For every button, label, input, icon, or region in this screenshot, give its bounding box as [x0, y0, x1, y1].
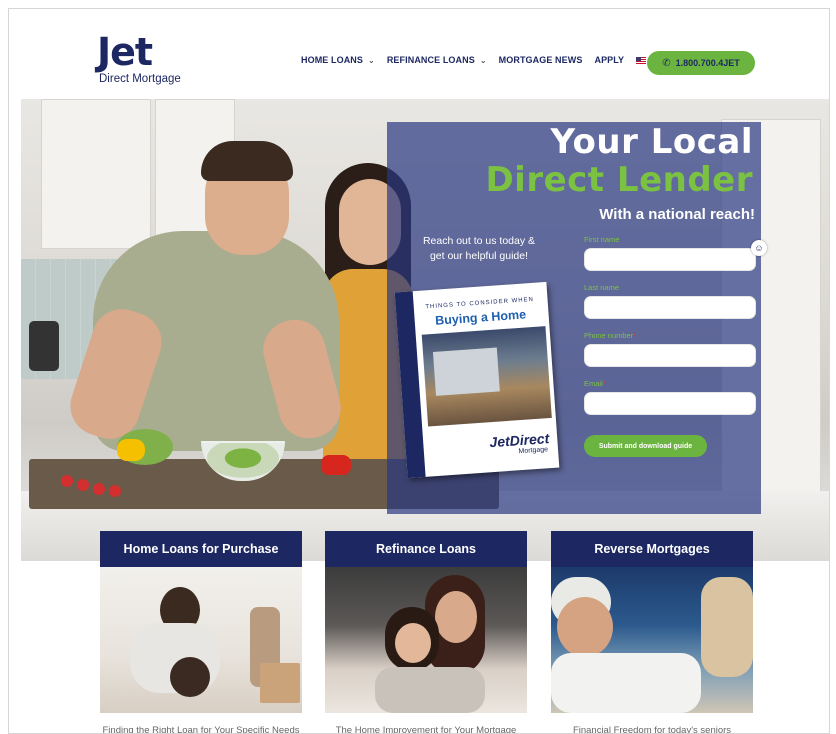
nav-apply-label: APPLY	[594, 55, 625, 65]
last-name-input[interactable]	[584, 296, 756, 319]
guide-form: First name Last name Phone number* Email…	[584, 235, 756, 427]
yellow-pepper	[117, 439, 145, 461]
house-image	[432, 347, 500, 396]
cabinet	[41, 99, 151, 249]
tomato	[109, 485, 121, 497]
card-image-mother-child[interactable]	[325, 567, 527, 713]
nav-home-loans[interactable]: HOME LOANS ⌄	[301, 55, 375, 65]
chevron-down-icon: ⌄	[368, 55, 375, 65]
jet-logo[interactable]: Jet Direct Mortgage	[97, 33, 207, 89]
partner	[701, 577, 753, 677]
nav-refinance-loans-label: REFINANCE LOANS	[386, 55, 475, 65]
submit-download-button[interactable]: Submit and download guide	[584, 435, 707, 457]
phone-label: Phone number*	[584, 331, 637, 340]
child-face	[395, 623, 431, 663]
card-image-family[interactable]	[100, 567, 302, 713]
phone-input[interactable]	[584, 344, 756, 367]
senior-face	[557, 597, 613, 657]
hero-subtitle: With a national reach!	[599, 206, 755, 223]
first-name-label: First name	[584, 235, 620, 244]
kettle	[29, 321, 59, 371]
card-title[interactable]: Home Loans for Purchase	[100, 531, 302, 567]
card-title[interactable]: Reverse Mortgages	[551, 531, 753, 567]
card-image-seniors[interactable]	[551, 567, 753, 713]
email-label: Email*	[584, 379, 606, 388]
card-description: Finding the Right Loan for Your Specific…	[102, 725, 300, 734]
nav-mortgage-news-label: MORTGAGE NEWS	[498, 55, 583, 65]
nav-home-loans-label: HOME LOANS	[301, 55, 364, 65]
clothes	[375, 667, 485, 713]
tomato	[77, 479, 89, 491]
card-title[interactable]: Refinance Loans	[325, 531, 527, 567]
card-refinance[interactable]: Refinance Loans The Home Improvement for…	[325, 531, 527, 734]
email-input[interactable]	[584, 392, 756, 415]
white-shirt	[551, 653, 701, 713]
us-flag-icon[interactable]	[636, 56, 647, 64]
guide-brand-sub: Mortgage	[518, 446, 549, 456]
nav-mortgage-news[interactable]: MORTGAGE NEWS	[499, 55, 583, 65]
red-pepper	[321, 455, 351, 475]
moving-box	[260, 663, 300, 703]
nav-apply[interactable]: APPLY	[594, 55, 624, 65]
tomato	[93, 483, 105, 495]
hero-title-line2: Direct Lender	[485, 160, 753, 200]
first-name-input[interactable]	[584, 248, 756, 271]
site-header: Jet Direct Mortgage HOME LOANS ⌄ REFINAN…	[9, 9, 829, 99]
card-description: Financial Freedom for today's seniors	[572, 725, 732, 734]
guide-photo	[421, 326, 552, 427]
card-reverse-mortgages[interactable]: Reverse Mortgages Financial Freedom for …	[551, 531, 753, 734]
child	[170, 657, 210, 697]
guide-book-cover: THINGS TO CONSIDER WHEN Buying a Home Je…	[394, 281, 560, 479]
page-frame: Jet Direct Mortgage HOME LOANS ⌄ REFINAN…	[8, 8, 830, 734]
logo-title: Jet	[97, 30, 153, 74]
logo-subtitle: Direct Mortgage	[99, 73, 181, 85]
man-hair	[201, 141, 293, 181]
phone-button[interactable]: ✆ 1.800.700.4JET	[647, 51, 755, 75]
hero-title-line1: Your Local	[550, 122, 753, 162]
card-home-loans[interactable]: Home Loans for Purchase Finding the Righ…	[100, 531, 302, 734]
chevron-down-icon: ⌄	[479, 55, 487, 65]
nav-refinance-loans[interactable]: REFINANCE LOANS ⌄	[387, 55, 487, 65]
chatbot-icon[interactable]: ☺	[751, 240, 767, 256]
reach-out-text: Reach out to us today & get our helpful …	[422, 235, 536, 262]
phone-number: 1.800.700.4JET	[675, 58, 740, 68]
main-nav: HOME LOANS ⌄ REFINANCE LOANS ⌄ MORTGAGE …	[301, 55, 668, 65]
last-name-label: Last name	[584, 283, 620, 292]
guide-title: Buying a Home	[434, 307, 527, 328]
mother-face	[435, 591, 477, 643]
phone-icon: ✆	[662, 57, 671, 69]
tomato	[61, 475, 73, 487]
card-description: The Home Improvement for Your Mortgage	[335, 725, 517, 734]
